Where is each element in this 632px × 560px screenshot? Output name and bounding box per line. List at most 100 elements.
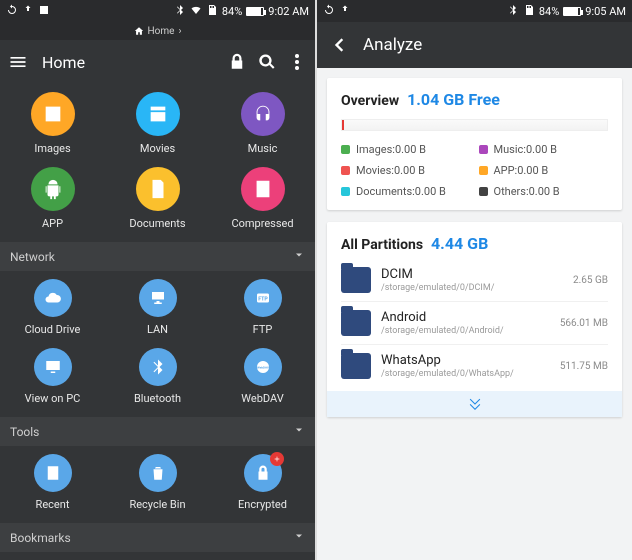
network-item-view-on-pc[interactable]: View on PC [0,348,105,405]
legend-item: Documents:0.00 B [341,185,471,198]
category-movies[interactable]: Movies [105,92,210,155]
swatch [479,187,488,196]
partition-row[interactable]: DCIM/storage/emulated/0/DCIM/2.65 GB [341,259,608,301]
partition-name: DCIM [381,267,563,282]
expand-button[interactable] [327,391,622,417]
section-head-network[interactable]: Network [0,242,315,271]
upload-icon [339,4,351,19]
sync-icon [323,4,335,19]
category-images[interactable]: Images [0,92,105,155]
page-title: Analyze [363,35,422,55]
topbar: Home [0,40,315,84]
lock-button[interactable] [227,52,247,72]
svg-text:FTP: FTP [258,296,268,302]
image-icon [31,92,75,136]
network-item-webdav[interactable]: WebDAVWebDAV [210,348,315,405]
section-label: Bookmarks [10,531,71,545]
doc-icon [136,167,180,211]
partitions-card: All Partitions 4.44 GB DCIM/storage/emul… [327,222,622,417]
bt-icon [139,348,177,386]
clock: 9:02 AM [268,5,309,18]
partitions-title: All Partitions [341,237,423,253]
sd-icon [206,4,218,19]
content: Overview 1.04 GB Free Images:0.00 B Music… [317,68,632,560]
item-label: View on PC [25,392,81,405]
legend-label: Documents:0.00 B [356,185,446,198]
overview-card: Overview 1.04 GB Free Images:0.00 B Music… [327,78,622,210]
network-item-cloud-drive[interactable]: Cloud Drive [0,279,105,336]
chevron-right-icon: › [178,26,181,37]
legend-label: Images:0.00 B [356,143,426,156]
chevron-down-icon [293,424,305,439]
network-item-ftp[interactable]: FTPFTP [210,279,315,336]
back-button[interactable] [329,35,349,55]
item-label: WebDAV [241,392,283,405]
partition-size: 566.01 MB [560,318,608,329]
status-bar: 84% 9:05 AM [317,0,632,22]
upload-icon [22,4,34,19]
home-icon [134,26,144,36]
wifi-icon [190,4,202,19]
swatch [479,145,488,154]
lock-icon [244,454,282,492]
swatch [341,187,350,196]
search-button[interactable] [257,52,277,72]
legend-item: Images:0.00 B [341,143,471,156]
cloud-icon [34,279,72,317]
category-documents[interactable]: Documents [105,167,210,230]
item-label: Bluetooth [134,392,181,405]
music-icon [241,92,285,136]
partition-size: 2.65 GB [573,275,608,286]
section-label: Tools [10,425,39,439]
section-label: Network [10,250,55,264]
legend-label: Movies:0.00 B [356,164,425,177]
usage-bar [341,119,608,131]
category-compressed[interactable]: Compressed [210,167,315,230]
tools-item-encrypted[interactable]: Encrypted [210,454,315,511]
bluetooth-icon [174,4,186,19]
chevron-down-icon [293,530,305,545]
sd-icon [523,4,535,19]
movie-icon [136,92,180,136]
tools-item-recent[interactable]: Recent [0,454,105,511]
category-app[interactable]: APP [0,167,105,230]
overview-title: Overview [341,93,399,109]
menu-button[interactable] [8,52,28,72]
partition-path: /storage/emulated/0/DCIM/ [381,283,563,293]
status-bar: 84% 9:02 AM [0,0,315,22]
legend-item: APP:0.00 B [479,164,609,177]
phone-left: 84% 9:02 AM Home › Home ImagesMovies Musi… [0,0,317,560]
category-label: Music [248,142,278,155]
clock: 9:05 AM [585,5,626,18]
ftp-icon: FTP [244,279,282,317]
legend-label: Others:0.00 B [494,185,560,198]
item-label: Encrypted [238,498,287,511]
network-item-bluetooth[interactable]: Bluetooth [105,348,210,405]
partition-row[interactable]: Android/storage/emulated/0/Android/566.0… [341,301,608,344]
tools-item-recycle-bin[interactable]: Recycle Bin [105,454,210,511]
folder-icon [341,310,371,336]
category-music[interactable]: Music [210,92,315,155]
lan-icon [139,279,177,317]
partition-name: WhatsApp [381,353,550,368]
overview-free: 1.04 GB Free [407,90,500,109]
overflow-button[interactable] [287,52,307,72]
bluetooth-icon [507,4,519,19]
section-head-bookmarks[interactable]: Bookmarks [0,523,315,552]
breadcrumb[interactable]: Home › [0,22,315,40]
topbar: Analyze [317,22,632,68]
legend-item: Others:0.00 B [479,185,609,198]
swatch [479,166,488,175]
trash-icon [139,454,177,492]
network-item-lan[interactable]: LAN [105,279,210,336]
zip-icon [241,167,285,211]
item-label: Cloud Drive [25,323,81,336]
legend-item: Music:0.00 B [479,143,609,156]
item-label: Recycle Bin [129,498,185,511]
partition-row[interactable]: WhatsApp/storage/emulated/0/WhatsApp/511… [341,344,608,387]
section-head-tools[interactable]: Tools [0,417,315,446]
partition-size: 511.75 MB [560,361,608,372]
battery-icon [563,7,581,16]
legend-label: APP:0.00 B [494,164,549,177]
category-label: Compressed [231,217,293,230]
